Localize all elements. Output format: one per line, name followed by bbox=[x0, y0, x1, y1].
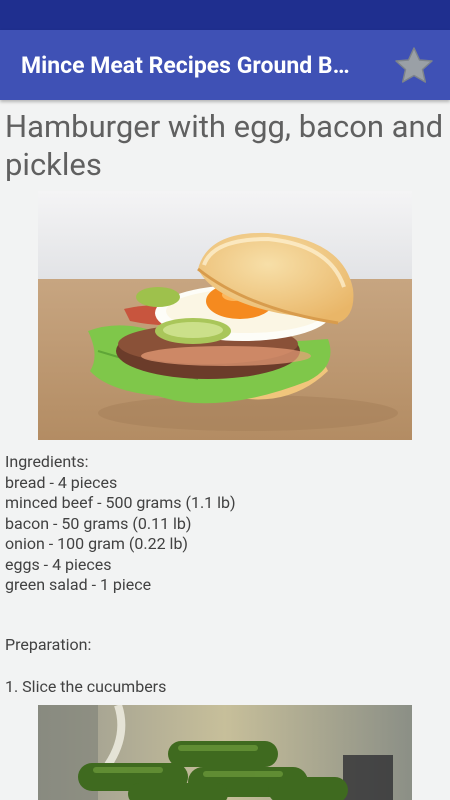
ingredients-heading: Ingredients: bbox=[5, 452, 89, 471]
app-bar: Mince Meat Recipes Ground Beef Recipes bbox=[0, 30, 450, 100]
recipe-content[interactable]: Hamburger with egg, bacon and pickles In… bbox=[0, 100, 450, 800]
ingredient-item: minced beef - 500 grams (1.1 lb) bbox=[5, 493, 236, 512]
pickles-photo bbox=[38, 705, 412, 800]
ingredient-item: green salad - 1 piece bbox=[5, 575, 152, 594]
app-title: Mince Meat Recipes Ground Beef Recipes bbox=[21, 52, 361, 79]
preparation-step: 1. Slice the cucumbers bbox=[5, 677, 167, 696]
ingredient-item: bread - 4 pieces bbox=[5, 472, 118, 492]
ingredient-item: bacon - 50 grams (0.11 lb) bbox=[5, 513, 192, 533]
recipe-title: Hamburger with egg, bacon and pickles bbox=[5, 108, 444, 183]
ingredient-item: onion - 100 gram (0.22 lb) bbox=[5, 534, 188, 553]
star-icon bbox=[395, 47, 433, 83]
status-bar bbox=[0, 0, 450, 30]
hamburger-photo bbox=[38, 191, 412, 440]
ingredient-item: eggs - 4 pieces bbox=[5, 554, 112, 574]
favorite-button[interactable] bbox=[393, 45, 435, 87]
ingredients-list: Ingredients: bread - 4 pieces minced bee… bbox=[5, 452, 445, 596]
preparation-heading: Preparation: bbox=[5, 635, 92, 654]
